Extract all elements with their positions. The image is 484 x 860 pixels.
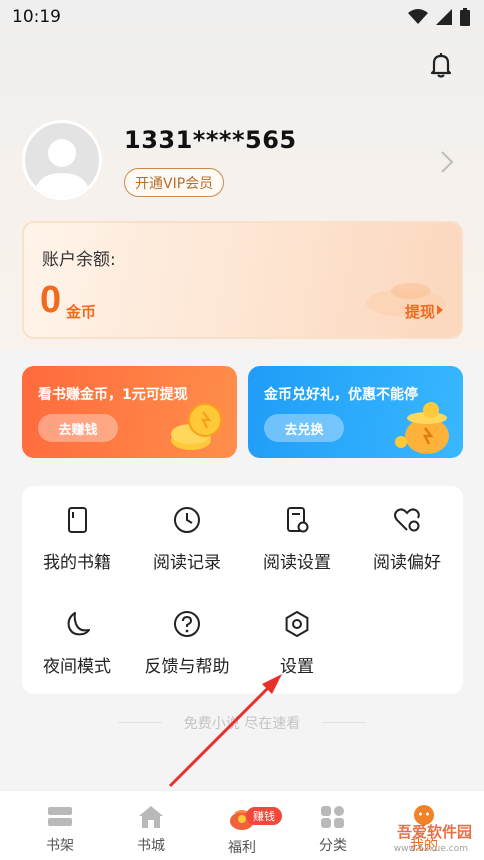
gold-coins-icon <box>171 403 222 450</box>
nav-label: 书城 <box>137 838 165 854</box>
menu-label: 阅读设置 <box>263 553 331 573</box>
book-icon <box>68 507 87 533</box>
nav-category[interactable]: 分类 <box>285 799 381 855</box>
avatar[interactable] <box>22 120 102 200</box>
notification-bell-icon[interactable] <box>426 50 456 80</box>
status-time: 10:19 <box>12 7 61 27</box>
watermark-sub: www.52xue.com <box>393 844 468 854</box>
balance-unit: 金币 <box>66 303 97 321</box>
wifi-icon <box>408 9 428 24</box>
status-icons <box>408 8 470 26</box>
coin-pot-icon <box>395 402 449 454</box>
menu-feedback-help[interactable]: 反馈与帮助 <box>132 590 242 680</box>
balance-card[interactable]: 账户余额: 0 金币 提现 <box>22 221 463 339</box>
nav-label: 书架 <box>46 838 74 854</box>
moon-icon <box>67 612 90 636</box>
menu-reading-history[interactable]: 阅读记录 <box>132 486 242 576</box>
menu-label: 设置 <box>280 657 314 677</box>
nav-bookstore[interactable]: 书城 <box>103 799 199 855</box>
balance-label: 账户余额: <box>42 250 116 270</box>
menu-label: 反馈与帮助 <box>144 657 230 677</box>
signal-icon <box>436 9 452 25</box>
help-icon <box>174 611 200 637</box>
status-bar: 10:19 <box>0 0 484 34</box>
battery-icon <box>460 8 470 26</box>
menu-label: 阅读记录 <box>153 553 221 573</box>
hexagon-settings-icon <box>285 611 309 637</box>
menu-label: 阅读偏好 <box>373 553 441 573</box>
clock-icon <box>174 507 200 533</box>
reading-settings-icon <box>287 507 309 533</box>
menu-label: 夜间模式 <box>43 657 111 677</box>
heart-settings-icon <box>394 508 420 532</box>
user-phone: 1331****565 <box>124 126 297 154</box>
menu-my-books[interactable]: 我的书籍 <box>22 486 132 576</box>
earn-badge: 赚钱 <box>246 807 282 825</box>
nav-label: 分类 <box>319 838 347 854</box>
menu-night-mode[interactable]: 夜间模式 <box>22 590 132 680</box>
nav-label: 福利 <box>228 840 256 856</box>
menu-settings[interactable]: 设置 <box>242 590 352 680</box>
earn-coins-card[interactable]: 看书赚金币，1元可提现 去赚钱 <box>22 366 237 458</box>
open-vip-button[interactable]: 开通VIP会员 <box>124 168 225 197</box>
watermark-text: 吾爱软件园 <box>396 823 472 841</box>
bookshelf-icon <box>48 807 72 826</box>
balance-value: 0 <box>40 279 62 321</box>
nav-welfare[interactable]: 福利 赚钱 <box>194 799 290 857</box>
home-icon <box>139 806 163 828</box>
withdraw-link[interactable]: 提现 <box>405 301 435 322</box>
footer-slogan: 免费小说 尽在速看 <box>183 716 301 732</box>
nav-bookshelf[interactable]: 书架 <box>12 799 108 855</box>
menu-label: 我的书籍 <box>43 553 111 573</box>
withdraw-arrow-icon <box>437 305 443 315</box>
grid-icon <box>321 806 344 828</box>
go-exchange-button[interactable]: 去兑换 <box>264 414 344 442</box>
menu-reading-preferences[interactable]: 阅读偏好 <box>352 486 462 576</box>
menu-reading-settings[interactable]: 阅读设置 <box>242 486 352 576</box>
chevron-right-icon[interactable] <box>440 150 454 174</box>
exchange-gifts-card[interactable]: 金币兑好礼，优惠不能停 去兑换 <box>248 366 463 458</box>
go-earn-button[interactable]: 去赚钱 <box>38 414 118 442</box>
menu-grid: 我的书籍 阅读记录 阅读设置 阅读偏好 夜间模式 反馈与帮助 设置 <box>22 486 463 694</box>
